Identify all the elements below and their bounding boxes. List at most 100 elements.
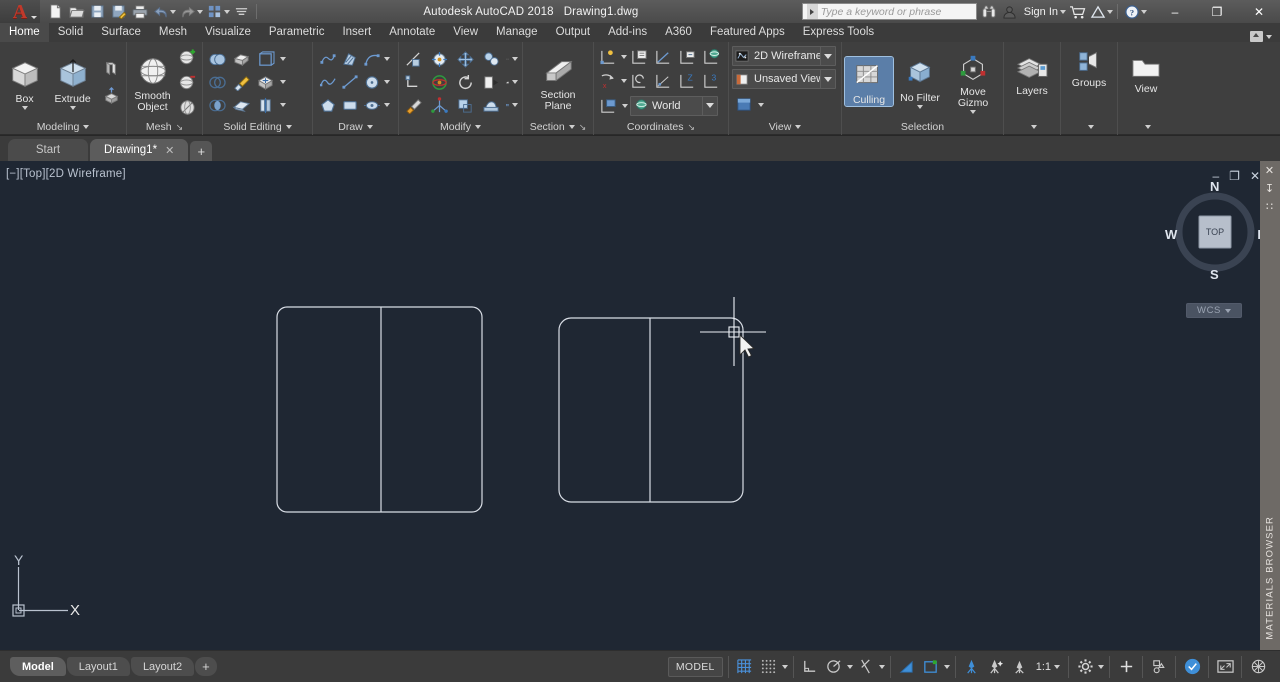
polar-dropdown-icon[interactable] [846,664,853,669]
viewcube[interactable]: TOP N S W E [1165,179,1266,282]
materials-browser-pin-button[interactable]: ↧ [1265,182,1275,195]
3d-align-button[interactable] [428,48,451,71]
3d-move-button[interactable] [402,71,425,94]
rectangle-button[interactable] [338,94,361,117]
redo-button[interactable] [178,2,197,21]
view-selector-combo[interactable]: Unsaved View [732,69,836,89]
annotation-scale-button[interactable] [1009,656,1031,678]
arc-button[interactable] [360,48,383,71]
panel-title-groups[interactable] [1061,120,1117,135]
chevron-down-icon[interactable] [512,80,518,84]
solid-edit-cube-button[interactable] [254,48,277,71]
ucs-combo[interactable]: World [630,95,718,116]
chevron-down-icon[interactable] [280,57,286,61]
plot-button[interactable] [130,2,149,21]
ucs-face-button[interactable] [597,45,620,68]
materials-browser-close-button[interactable]: ✕ [1265,164,1275,177]
copy-button[interactable] [480,48,503,71]
annotation-visibility-button[interactable] [961,656,983,678]
polyline-button[interactable] [316,48,339,71]
ribbon-tab-mesh[interactable]: Mesh [150,23,196,42]
drawing-viewport[interactable]: [−][Top][2D Wireframe] – ❐ ✕ TOP N S W W… [0,161,1280,650]
polysolid-button[interactable] [100,57,123,80]
panel-title-view2[interactable] [1118,120,1174,135]
customization-menu-button[interactable] [1247,656,1269,678]
new-layout-button[interactable]: + [195,657,217,676]
slice-button[interactable] [254,94,277,117]
app-dropdown-icon[interactable] [1107,9,1113,14]
ortho-mode-button[interactable] [799,656,821,678]
circle-button[interactable] [360,71,383,94]
scale-button[interactable] [454,94,477,117]
panel-title-selection[interactable]: Selection [842,120,1003,135]
move-gizmo-button[interactable]: Move Gizmo [947,50,999,114]
file-tab-drawing1[interactable]: Drawing1* ✕ [90,139,189,161]
subtract-button[interactable] [206,71,229,94]
extrude-button[interactable]: Extrude [48,54,97,110]
snap-dropdown-icon[interactable] [781,664,788,669]
ucs-display-button[interactable] [597,94,620,117]
3d-rotate-button[interactable] [428,71,451,94]
model-paper-toggle[interactable]: MODEL [667,656,723,677]
no-filter-button[interactable]: No Filter [895,55,945,109]
ucs-3-button[interactable]: 3 [700,69,723,92]
solid-extrude-face-button[interactable] [230,48,253,71]
visual-style-combo[interactable]: 2D Wireframe [732,46,836,66]
chevron-down-icon[interactable] [621,54,627,59]
workspace-dropdown-icon[interactable] [224,9,230,14]
dynamic-ucs-button[interactable] [920,656,942,678]
isolate-objects-button[interactable] [1148,656,1170,678]
save-file-button[interactable] [88,2,107,21]
panel-title-section[interactable]: Section ↘ [523,120,593,135]
ribbon-tab-surface[interactable]: Surface [92,23,150,42]
osnap-tracking-button[interactable] [896,656,918,678]
ucs-status-dropdown-icon[interactable] [943,664,950,669]
panel-title-view[interactable]: View [729,120,841,135]
workspace-switch-button[interactable] [205,2,224,21]
chevron-down-icon[interactable] [820,70,835,88]
clean-screen-button[interactable] [1214,656,1236,678]
ribbon-tab-add-ins[interactable]: Add-ins [599,23,656,42]
viewport-config-button[interactable] [732,93,755,116]
panel-title-coordinates[interactable]: Coordinates ↘ [594,120,728,135]
chevron-down-icon[interactable] [970,109,976,114]
close-button[interactable]: ✕ [1238,0,1280,23]
panel-title-modeling[interactable]: Modeling [0,120,126,135]
chevron-down-icon[interactable] [621,78,627,83]
autodesk-app-icon[interactable] [1088,1,1108,22]
smooth-less-button[interactable] [176,71,199,94]
layout-tab-layout1[interactable]: Layout1 [66,657,130,676]
chevron-down-icon[interactable] [622,103,628,108]
undo-dropdown-icon[interactable] [170,9,176,14]
3d-scale-button[interactable] [428,94,451,117]
panel-dialog-launcher-icon[interactable]: ↘ [688,122,696,133]
panel-title-mesh[interactable]: Mesh ↘ [127,120,202,135]
revcloud-button[interactable] [360,94,383,117]
polygon-button[interactable] [316,94,339,117]
polar-tracking-button[interactable] [823,656,845,678]
box-button[interactable]: Box [3,54,46,110]
workspace-gear-button[interactable] [1074,656,1096,678]
redo-dropdown-icon[interactable] [197,9,203,14]
ucs-world-button[interactable] [700,45,723,68]
ribbon-tab-featured-apps[interactable]: Featured Apps [701,23,794,42]
sign-in-dropdown-icon[interactable] [1060,9,1066,14]
annotation-scale-selector[interactable]: 1:1 [1033,661,1063,673]
viewcube-south-label[interactable]: S [1210,267,1219,282]
help-dropdown-icon[interactable] [1141,9,1147,14]
3d-array-button[interactable] [480,94,503,117]
ucs-origin-button[interactable] [652,45,675,68]
chevron-down-icon[interactable] [702,96,717,115]
union-button[interactable] [206,48,229,71]
section-plane-button[interactable]: Section Plane [529,53,587,112]
chevron-down-icon[interactable] [512,103,518,107]
taper-face-button[interactable] [230,71,253,94]
application-menu-button[interactable]: A [0,0,40,23]
chevron-down-icon[interactable] [384,57,390,61]
ribbon-tab-parametric[interactable]: Parametric [260,23,334,42]
store-cart-icon[interactable] [1067,1,1087,22]
line-button[interactable] [338,71,361,94]
groups-button[interactable]: Groups [1064,46,1114,89]
workspace-dropdown-icon[interactable] [1098,664,1104,669]
layers-button[interactable]: Layers [1007,50,1057,97]
